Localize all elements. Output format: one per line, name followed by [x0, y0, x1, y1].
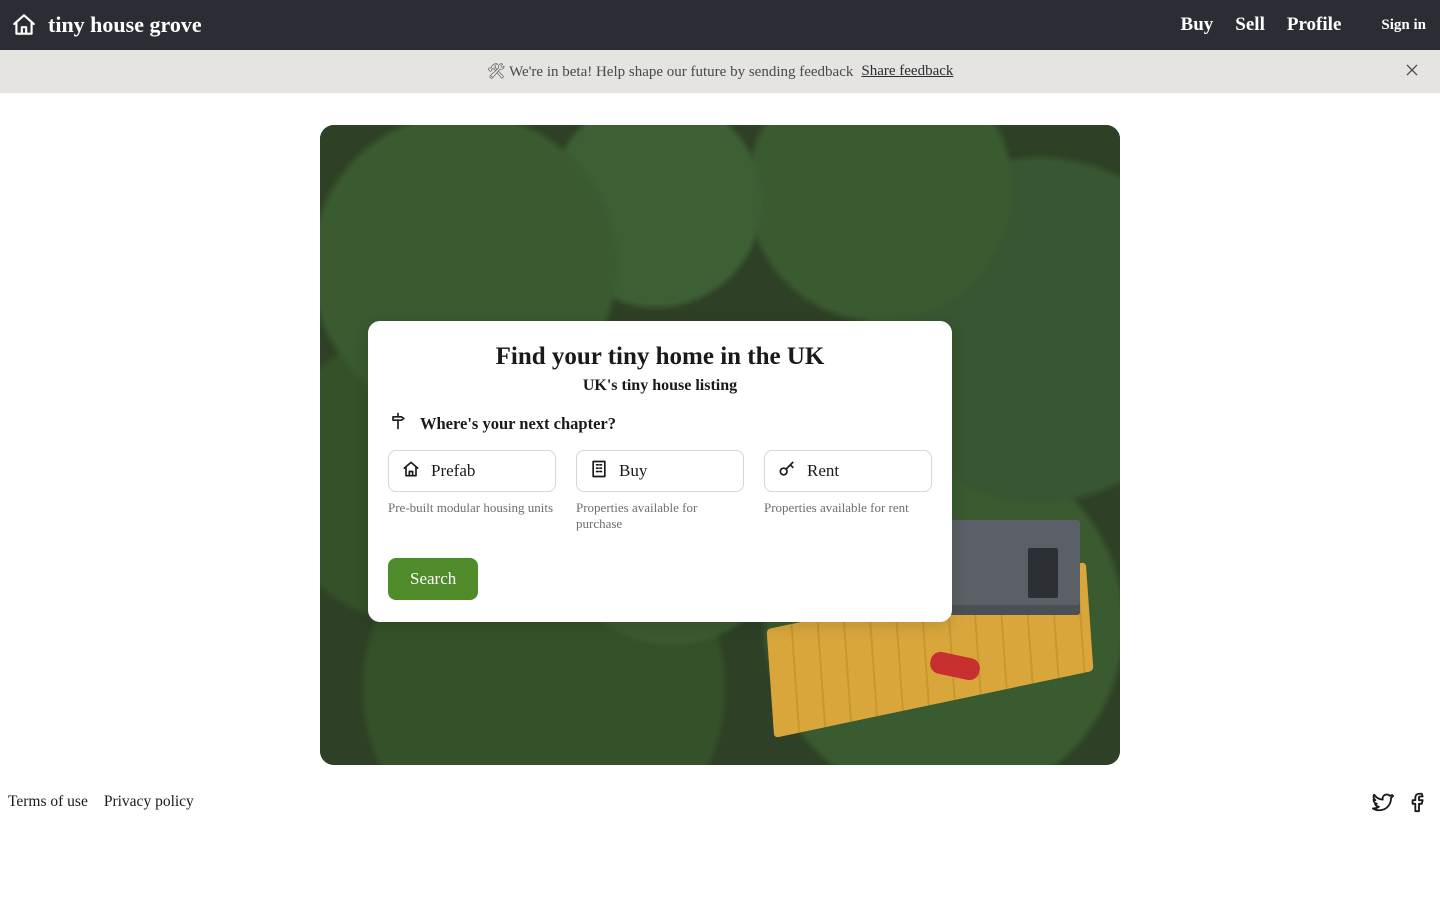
option-prefab-box[interactable]: Prefab	[388, 450, 556, 492]
hero-image: Find your tiny home in the UK UK's tiny …	[320, 125, 1120, 765]
banner-text: 🛠 We're in beta! Help shape our future b…	[487, 62, 854, 81]
search-button[interactable]: Search	[388, 558, 478, 600]
hero-section: Find your tiny home in the UK UK's tiny …	[0, 93, 1440, 765]
option-buy-box[interactable]: Buy	[576, 450, 744, 492]
privacy-link[interactable]: Privacy policy	[104, 793, 194, 811]
option-rent: Rent Properties available for rent	[764, 450, 932, 532]
option-group: Prefab Pre-built modular housing units B…	[388, 450, 932, 532]
option-rent-box[interactable]: Rent	[764, 450, 932, 492]
footer-links: Terms of use Privacy policy	[8, 793, 194, 811]
hero-title: Find your tiny home in the UK	[388, 343, 932, 371]
beta-banner: 🛠 We're in beta! Help shape our future b…	[0, 50, 1440, 93]
nav-profile[interactable]: Profile	[1287, 14, 1342, 36]
close-icon[interactable]	[1404, 62, 1420, 83]
social-links	[1372, 791, 1430, 813]
prompt-text: Where's your next chapter?	[420, 414, 616, 434]
terms-link[interactable]: Terms of use	[8, 793, 88, 811]
brand-block[interactable]: tiny house grove	[10, 11, 202, 39]
footer: Terms of use Privacy policy	[0, 771, 1440, 813]
facebook-icon[interactable]	[1408, 791, 1430, 813]
house-logo-icon	[10, 11, 38, 39]
option-prefab-label: Prefab	[431, 461, 475, 481]
hero-subtitle: UK's tiny house listing	[388, 377, 932, 395]
signpost-icon	[388, 411, 408, 436]
option-buy-label: Buy	[619, 461, 647, 481]
option-buy-desc: Properties available for purchase	[576, 500, 744, 532]
twitter-icon[interactable]	[1372, 791, 1394, 813]
option-prefab-desc: Pre-built modular housing units	[388, 500, 556, 516]
prompt-row: Where's your next chapter?	[388, 411, 932, 436]
option-prefab: Prefab Pre-built modular housing units	[388, 450, 556, 532]
option-buy: Buy Properties available for purchase	[576, 450, 744, 532]
nav-buy[interactable]: Buy	[1181, 14, 1214, 36]
header-nav: Buy Sell Profile Sign in	[1181, 14, 1426, 36]
brand-name: tiny house grove	[48, 12, 202, 38]
option-rent-label: Rent	[807, 461, 839, 481]
sign-in-button[interactable]: Sign in	[1381, 17, 1426, 34]
house-icon	[401, 459, 421, 484]
search-card: Find your tiny home in the UK UK's tiny …	[368, 321, 952, 622]
option-rent-desc: Properties available for rent	[764, 500, 932, 516]
share-feedback-link[interactable]: Share feedback	[861, 63, 953, 80]
header: tiny house grove Buy Sell Profile Sign i…	[0, 0, 1440, 50]
key-icon	[777, 459, 797, 484]
nav-sell[interactable]: Sell	[1235, 14, 1265, 36]
building-icon	[589, 459, 609, 484]
